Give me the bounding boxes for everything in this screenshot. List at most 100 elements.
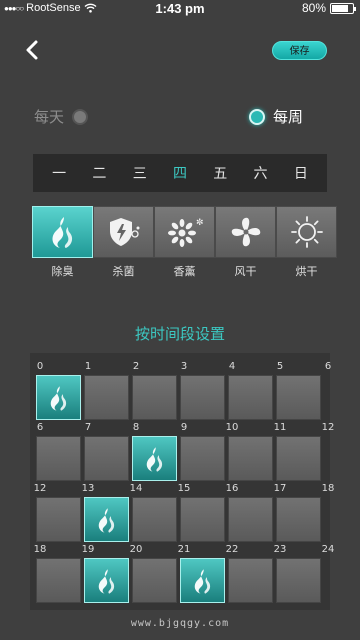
- hour-tick: 7: [84, 422, 92, 433]
- mode-aroma[interactable]: ✼ 香薰: [154, 206, 215, 284]
- hour-tick: 5: [276, 361, 284, 372]
- hour-tick: 18: [321, 483, 335, 494]
- hour-tick: 6: [36, 422, 44, 433]
- time-slot-cell-active[interactable]: [132, 436, 177, 481]
- mode-selector: 除臭 杀菌 ✼ 香薰 风干 烘干: [32, 206, 337, 284]
- flame-icon: [194, 568, 210, 594]
- schedule-hour-ticks: 18 19 20 21 22 23 24: [30, 544, 335, 556]
- hour-tick: 20: [129, 544, 143, 555]
- hour-tick: 24: [321, 544, 335, 555]
- mode-heat-dry-tile[interactable]: [276, 206, 337, 258]
- time-slot-cell[interactable]: [228, 497, 273, 542]
- mode-sterilize-label: 杀菌: [112, 265, 135, 278]
- frequency-daily-radio[interactable]: [72, 108, 89, 125]
- hour-tick: 6: [324, 361, 332, 372]
- hour-tick: 2: [132, 361, 140, 372]
- time-slot-cell[interactable]: [84, 436, 129, 481]
- time-slot-cell[interactable]: [276, 375, 321, 420]
- frequency-weekly-radio[interactable]: [249, 108, 265, 125]
- fan-icon: [231, 217, 260, 247]
- time-slot-cell[interactable]: [180, 436, 225, 481]
- flame-icon: [146, 446, 162, 472]
- schedule-cells: [36, 375, 321, 420]
- schedule-cells: [36, 497, 321, 542]
- hour-tick: 13: [81, 483, 95, 494]
- time-slot-cell-active[interactable]: [84, 497, 129, 542]
- battery-percent: 80%: [301, 1, 326, 15]
- hour-tick: 23: [273, 544, 287, 555]
- weekday-selector: 一 二 三 四 五 六 日: [33, 154, 327, 192]
- frequency-weekly-option[interactable]: 每周: [249, 106, 303, 127]
- shield-icon: [109, 218, 139, 246]
- weekday-tue[interactable]: 二: [84, 163, 114, 183]
- frequency-daily-option[interactable]: 每天: [34, 106, 89, 127]
- frequency-weekly-label: 每周: [273, 108, 304, 126]
- time-slot-cell-active[interactable]: [180, 558, 225, 603]
- flower-icon: ✼: [167, 218, 203, 247]
- weekday-thu[interactable]: 四: [165, 163, 195, 183]
- time-slot-cell[interactable]: [132, 375, 177, 420]
- schedule-hour-ticks: 0 1 2 3 4 5 6: [30, 361, 331, 373]
- mode-air-dry-tile[interactable]: [215, 206, 276, 258]
- hour-tick: 11: [273, 422, 287, 433]
- mode-aroma-label: 香薰: [173, 265, 196, 278]
- hour-tick: 17: [273, 483, 287, 494]
- weekday-fri[interactable]: 五: [205, 163, 235, 183]
- schedule-title: 按时间段设置: [134, 325, 225, 343]
- time-slot-cell[interactable]: [276, 497, 321, 542]
- frequency-daily-label: 每天: [34, 108, 65, 126]
- battery-icon: [330, 2, 356, 14]
- mode-heat-dry-label: 烘干: [295, 265, 318, 278]
- time-slot-cell[interactable]: [228, 558, 273, 603]
- hour-tick: 1: [84, 361, 92, 372]
- time-slot-cell[interactable]: [228, 436, 273, 481]
- time-slot-cell[interactable]: [132, 558, 177, 603]
- weekday-wed[interactable]: 三: [125, 163, 155, 183]
- flame-icon: [98, 568, 114, 594]
- weekday-mon[interactable]: 一: [44, 163, 74, 183]
- time-slot-cell[interactable]: [36, 558, 81, 603]
- time-slot-cell[interactable]: [84, 375, 129, 420]
- hour-tick: 22: [225, 544, 239, 555]
- weekday-sun[interactable]: 日: [286, 163, 316, 183]
- hour-tick: 3: [180, 361, 188, 372]
- mode-sterilize[interactable]: 杀菌: [93, 206, 154, 284]
- hour-tick: 15: [177, 483, 191, 494]
- flame-icon: [52, 217, 72, 248]
- mode-heat-dry[interactable]: 烘干: [276, 206, 337, 284]
- save-button[interactable]: 保存: [272, 41, 327, 60]
- hour-tick: 18: [33, 544, 47, 555]
- hour-tick: 8: [132, 422, 140, 433]
- time-slot-cell[interactable]: [132, 497, 177, 542]
- time-slot-cell[interactable]: [36, 497, 81, 542]
- back-arrow-icon[interactable]: [22, 38, 44, 62]
- watermark: www.bjgqgy.com: [130, 618, 230, 629]
- flame-icon: [98, 507, 114, 533]
- hour-tick: 4: [228, 361, 236, 372]
- mode-sterilize-tile[interactable]: [93, 206, 154, 258]
- hour-tick: 12: [33, 483, 47, 494]
- sun-icon: [290, 216, 323, 248]
- schedule-cells: [36, 558, 321, 603]
- time-slot-cell[interactable]: [180, 375, 225, 420]
- mode-deodorize-label: 除臭: [51, 265, 74, 278]
- time-slot-cell[interactable]: [36, 436, 81, 481]
- time-slot-cell-active[interactable]: [36, 375, 81, 420]
- mode-air-dry[interactable]: 风干: [215, 206, 276, 284]
- battery-level: [332, 4, 348, 12]
- time-slot-cell[interactable]: [180, 497, 225, 542]
- mode-aroma-tile[interactable]: ✼: [154, 206, 215, 258]
- hour-tick: 12: [321, 422, 335, 433]
- weekday-sat[interactable]: 六: [246, 163, 276, 183]
- mode-deodorize[interactable]: 除臭: [32, 206, 93, 284]
- time-slot-cell[interactable]: [276, 436, 321, 481]
- schedule-grid: 0 1 2 3 4 5 6 6 7 8 9 10 11 12 12 13 14 15 16 17 18 18 19 20 21 2…: [30, 353, 335, 610]
- time-slot-cell-active[interactable]: [84, 558, 129, 603]
- mode-deodorize-tile[interactable]: [32, 206, 93, 258]
- mode-air-dry-label: 风干: [234, 265, 257, 278]
- time-slot-cell[interactable]: [276, 558, 321, 603]
- hour-tick: 19: [81, 544, 95, 555]
- hour-tick: 10: [225, 422, 239, 433]
- time-slot-cell[interactable]: [228, 375, 273, 420]
- frequency-selector: 每天 每周: [0, 106, 360, 130]
